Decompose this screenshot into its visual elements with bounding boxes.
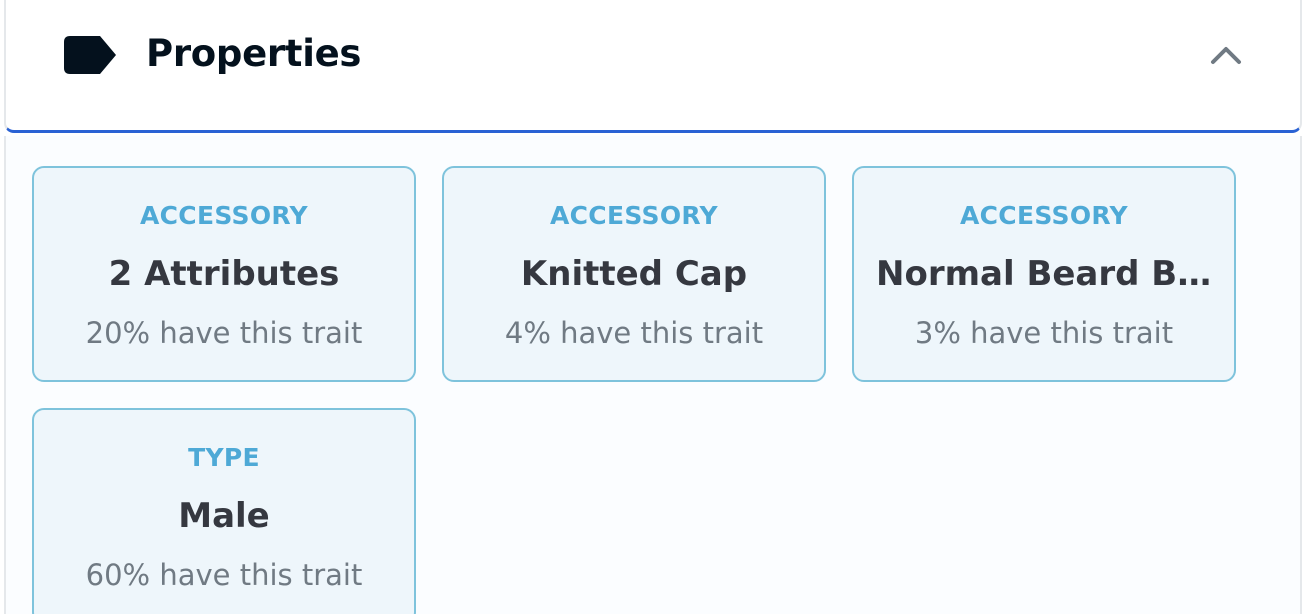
trait-card[interactable]: ACCESSORY 2 Attributes 20% have this tra…: [32, 166, 416, 382]
properties-panel: Properties ACCESSORY 2 Attributes 20% ha…: [0, 0, 1316, 614]
trait-rarity: 60% have this trait: [85, 558, 363, 592]
trait-card[interactable]: ACCESSORY Knitted Cap 4% have this trait: [442, 166, 826, 382]
trait-type: ACCESSORY: [960, 201, 1128, 230]
tag-icon: [64, 36, 116, 74]
trait-type: TYPE: [188, 443, 260, 472]
trait-rarity: 4% have this trait: [504, 316, 764, 350]
trait-rarity: 3% have this trait: [914, 316, 1174, 350]
trait-card[interactable]: TYPE Male 60% have this trait: [32, 408, 416, 614]
chevron-up-icon[interactable]: [1209, 40, 1243, 68]
trait-rarity: 20% have this trait: [85, 316, 363, 350]
properties-body: ACCESSORY 2 Attributes 20% have this tra…: [4, 136, 1302, 614]
trait-value: Male: [178, 496, 270, 536]
trait-type: ACCESSORY: [140, 201, 308, 230]
properties-header[interactable]: Properties: [4, 0, 1302, 133]
trait-value: Normal Beard B...: [876, 254, 1212, 294]
properties-title: Properties: [146, 32, 362, 75]
trait-type: ACCESSORY: [550, 201, 718, 230]
trait-value: 2 Attributes: [108, 254, 340, 294]
trait-value: Knitted Cap: [520, 254, 748, 294]
trait-card[interactable]: ACCESSORY Normal Beard B... 3% have this…: [852, 166, 1236, 382]
